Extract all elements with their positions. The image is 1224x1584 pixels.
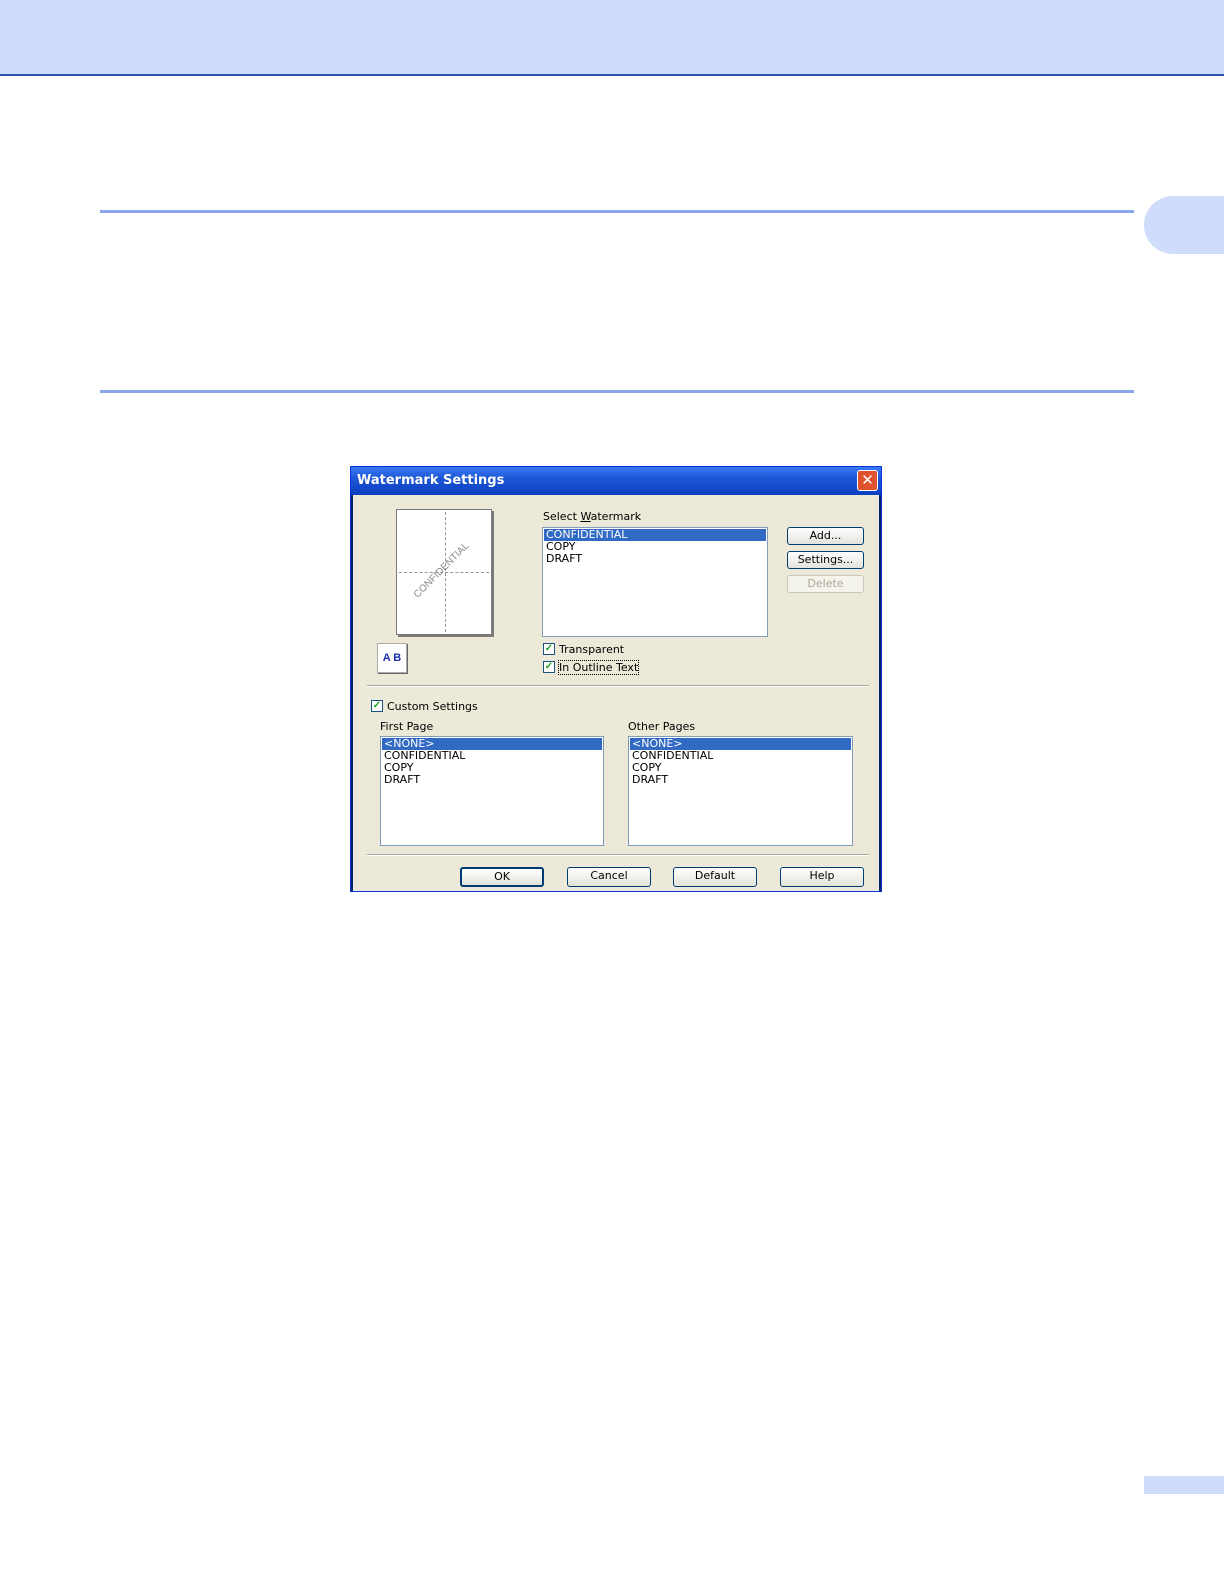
dialog-body: CONFIDENTIAL A B Select Watermark CONFID… [353, 495, 879, 891]
list-item[interactable]: CONFIDENTIAL [544, 529, 766, 541]
list-item[interactable]: CONFIDENTIAL [382, 750, 602, 762]
list-item[interactable]: CONFIDENTIAL [630, 750, 851, 762]
settings-button[interactable]: Settings... [787, 551, 864, 569]
list-item[interactable]: DRAFT [544, 553, 766, 565]
watermark-list[interactable]: CONFIDENTIAL COPY DRAFT [542, 527, 768, 637]
section-rule-top [100, 210, 1134, 213]
default-button[interactable]: Default [673, 867, 757, 887]
select-watermark-label: Select Watermark [543, 510, 642, 523]
text-style-button[interactable]: A B [377, 643, 407, 673]
cancel-button[interactable]: Cancel [567, 867, 651, 887]
separator [367, 854, 869, 856]
list-item[interactable]: DRAFT [630, 774, 851, 786]
separator [367, 685, 869, 687]
header-band [0, 0, 1224, 76]
watermark-preview: CONFIDENTIAL [396, 509, 492, 635]
first-page-list[interactable]: <NONE> CONFIDENTIAL COPY DRAFT [380, 736, 604, 846]
outline-text-label: In Outline Text [557, 660, 640, 675]
custom-settings-checkbox[interactable]: ✓ [371, 700, 383, 712]
first-page-label: First Page [380, 720, 434, 733]
help-button[interactable]: Help [780, 867, 864, 887]
close-icon[interactable]: ✕ [857, 470, 878, 491]
other-pages-list[interactable]: <NONE> CONFIDENTIAL COPY DRAFT [628, 736, 853, 846]
transparent-label: Transparent [559, 643, 625, 656]
add-button[interactable]: Add... [787, 527, 864, 545]
ok-button[interactable]: OK [460, 867, 544, 887]
chapter-tab [1144, 196, 1224, 254]
title-bar[interactable]: Watermark Settings ✕ [351, 467, 881, 495]
page-number-tab [1144, 1476, 1224, 1494]
transparent-checkbox[interactable]: ✓ [543, 643, 555, 655]
outline-text-checkbox[interactable]: ✓ [543, 661, 555, 673]
list-item[interactable]: DRAFT [382, 774, 602, 786]
other-pages-label: Other Pages [628, 720, 696, 733]
preview-watermark-text: CONFIDENTIAL [411, 540, 472, 601]
dialog-title: Watermark Settings [357, 473, 505, 488]
section-rule-bottom [100, 390, 1134, 393]
delete-button[interactable]: Delete [787, 575, 864, 593]
watermark-settings-dialog: Watermark Settings ✕ CONFIDENTIAL A B Se… [350, 466, 882, 892]
custom-settings-label: Custom Settings [387, 700, 478, 713]
